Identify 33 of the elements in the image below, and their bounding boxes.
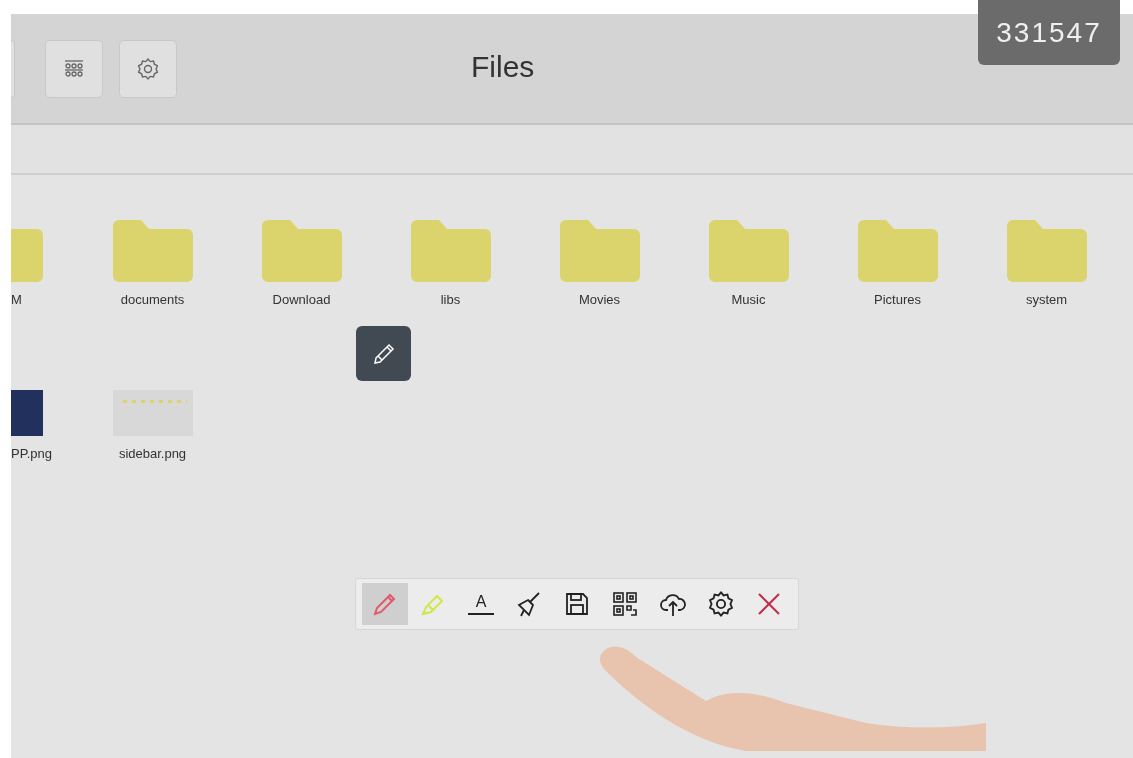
broom-icon: [515, 590, 543, 618]
folder-name: system: [1025, 292, 1068, 307]
image-thumbnail[interactable]: [11, 390, 43, 436]
session-code-badge: 331547: [978, 0, 1120, 65]
file-name: PP.png: [11, 446, 52, 461]
grid-icon: [64, 59, 84, 78]
folder-icon[interactable]: [261, 220, 342, 282]
folder-icon[interactable]: [1006, 220, 1087, 282]
text-tool-button[interactable]: A: [458, 583, 504, 625]
settings-button[interactable]: [119, 39, 177, 98]
folder-name: Download: [272, 292, 331, 307]
image-thumbnail[interactable]: [112, 390, 193, 436]
file-name: sidebar.png: [118, 446, 187, 461]
settings-icon: [136, 56, 160, 81]
folder-icon[interactable]: [559, 220, 640, 282]
folder-name: Pictures: [874, 292, 921, 307]
pen-button[interactable]: [356, 326, 411, 381]
text-tool-glyph: A: [467, 593, 495, 615]
folder-name: libs: [440, 292, 461, 307]
header-button[interactable]: [11, 39, 15, 98]
qr-code-icon: [611, 590, 639, 618]
settings-icon: [707, 590, 735, 618]
window-title: Files: [471, 50, 535, 84]
folder-name: M: [11, 292, 22, 307]
folder-icon[interactable]: [112, 220, 193, 282]
folder-icon[interactable]: [708, 220, 789, 282]
folder-name: documents: [120, 292, 185, 307]
folder-icon[interactable]: [857, 220, 938, 282]
grid-view-button[interactable]: [45, 39, 103, 98]
folder-icon[interactable]: [410, 220, 491, 282]
folder-name: Music: [731, 292, 766, 307]
pen-tool-button[interactable]: [362, 583, 408, 625]
folder-name: Movies: [578, 292, 621, 307]
